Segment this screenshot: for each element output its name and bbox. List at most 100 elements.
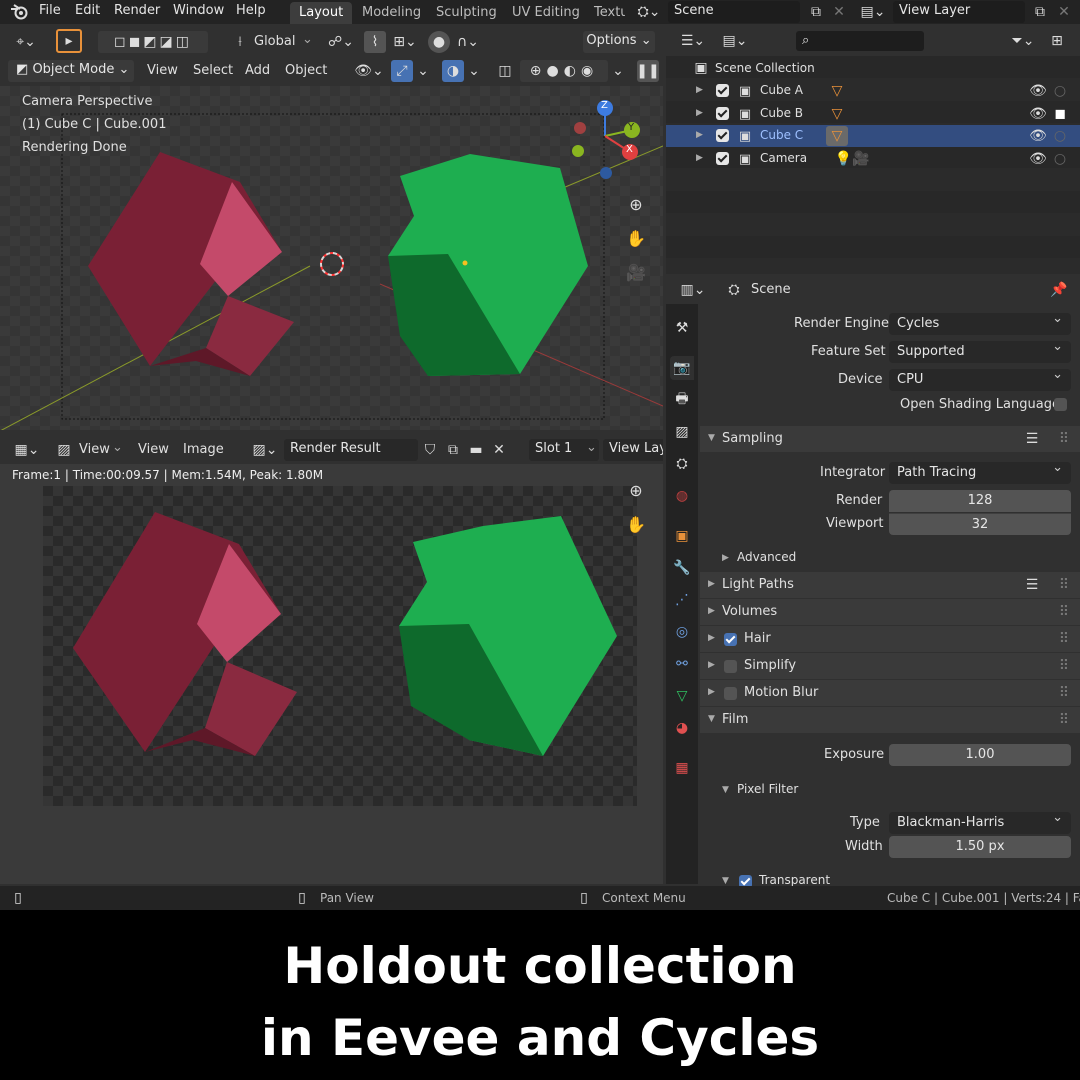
exclude-checkbox[interactable]: [716, 107, 729, 120]
gizmo-chevron-icon[interactable]: ⌄: [415, 60, 431, 82]
expand-arrow-icon[interactable]: ▶: [696, 85, 703, 95]
holdout-toggle-icon[interactable]: ○: [1050, 81, 1070, 101]
new-view-layer-icon[interactable]: ⧉: [1030, 2, 1050, 22]
drag-handle-icon[interactable]: ⠿: [1054, 575, 1074, 595]
volumes-panel-header[interactable]: ▶ Volumes ⠿: [700, 599, 1080, 625]
menu-select[interactable]: Select: [193, 63, 233, 78]
render-tab-icon[interactable]: 📷: [670, 356, 694, 380]
holdout-toggle-icon[interactable]: ○: [1050, 149, 1070, 169]
unlink-image-icon[interactable]: ✕: [489, 439, 509, 461]
film-panel-header[interactable]: ▼ Film ⠿: [700, 707, 1080, 733]
menu-object[interactable]: Object: [285, 63, 327, 78]
scene-collection-label[interactable]: Scene Collection: [715, 61, 815, 75]
exposure-field[interactable]: 1.00: [889, 744, 1071, 766]
exclude-checkbox[interactable]: [716, 84, 729, 97]
shading-mode-icons[interactable]: ⊕●◐◉: [520, 60, 608, 82]
proportional-edit-icon[interactable]: ●: [428, 31, 450, 53]
image-editor[interactable]: ▦⌄ ▨ View ⌄ View Image ▨⌄ Render Result …: [0, 436, 663, 884]
data-tab-icon[interactable]: ▽: [670, 684, 694, 708]
view-layer-selector[interactable]: View Layer: [893, 1, 1025, 23]
holdout-toggle-icon[interactable]: ◼: [1050, 104, 1070, 124]
sampling-panel-header[interactable]: ▼ Sampling ☰ ⠿: [700, 426, 1080, 452]
expand-arrow-icon[interactable]: ▶: [696, 153, 703, 163]
hair-panel-header[interactable]: ▶ Hair ⠿: [700, 626, 1080, 652]
outliner-item-label[interactable]: Cube B: [760, 106, 803, 120]
image-browse-icon[interactable]: ▨⌄: [248, 439, 282, 461]
filter-icon[interactable]: ⏷⌄: [1006, 30, 1040, 52]
image-name-field[interactable]: Render Result: [284, 439, 418, 461]
world-tab-icon[interactable]: ◍: [670, 484, 694, 508]
sampling-presets-icon[interactable]: ☰: [1022, 429, 1042, 449]
editor-type-icon[interactable]: ⌖⌄: [8, 31, 44, 53]
device-dropdown[interactable]: CPU: [889, 367, 1071, 391]
menu-view[interactable]: View: [147, 63, 178, 78]
simplify-checkbox[interactable]: [724, 660, 737, 673]
drag-handle-icon[interactable]: ⠿: [1054, 683, 1074, 703]
pause-render-icon[interactable]: ❚❚: [636, 60, 660, 82]
snap-target-icon[interactable]: ⊞⌄: [389, 31, 421, 53]
scene-tab-icon[interactable]: ⛭: [670, 452, 694, 476]
delete-scene-icon[interactable]: ✕: [830, 2, 848, 22]
gizmo-z-label[interactable]: Z: [601, 100, 608, 111]
gizmo-y-label[interactable]: Y: [628, 122, 634, 133]
gizmo-toggle-icon[interactable]: ⤢: [391, 60, 413, 82]
light-paths-presets-icon[interactable]: ☰: [1022, 575, 1042, 595]
outliner-search-input[interactable]: ⌕: [796, 31, 924, 51]
scene-type-icon[interactable]: ⛭⌄: [634, 2, 664, 22]
texture-tab-icon[interactable]: ▦: [670, 756, 694, 780]
tool-tab-icon[interactable]: ⚒: [670, 316, 694, 340]
outliner-type-icon[interactable]: ☰⌄: [676, 30, 710, 52]
tab-uv-editing[interactable]: UV Editing: [503, 2, 589, 24]
visibility-eye-icon[interactable]: 👁: [1028, 104, 1048, 124]
tab-texture-paint[interactable]: Textu: [585, 2, 625, 24]
image-zoom-icon[interactable]: ⊕: [624, 478, 648, 502]
zoom-icon[interactable]: ⊕: [624, 192, 648, 216]
filter-width-field[interactable]: 1.50 px: [889, 836, 1071, 858]
pan-hand-icon[interactable]: ✋: [624, 226, 648, 250]
transparent-expand-icon[interactable]: ▼: [722, 876, 729, 886]
outliner-item-label[interactable]: Cube C: [760, 128, 803, 142]
modifier-tab-icon[interactable]: 🔧: [670, 556, 694, 580]
viewport-3d[interactable]: ⌖⌄ ▸ ◻◼◩◪◫ ⟊ Global ⌄ ☍⌄ ⌇ ⊞⌄ ● ∩⌄ Optio…: [0, 26, 663, 430]
view-layer-tab-icon[interactable]: ▨: [670, 420, 694, 444]
motion-blur-checkbox[interactable]: [724, 687, 737, 700]
holdout-toggle-icon[interactable]: ○: [1050, 126, 1070, 146]
options-dropdown[interactable]: Options ⌄: [583, 31, 655, 53]
drag-handle-icon[interactable]: ⠿: [1054, 429, 1074, 449]
camera-object-icon[interactable]: 💡🎥: [832, 149, 872, 169]
xray-toggle-icon[interactable]: ◫: [494, 60, 516, 82]
mesh-object-icon[interactable]: ▽: [826, 126, 848, 146]
fake-user-shield-icon[interactable]: ⛉: [420, 439, 440, 461]
snap-toggle-icon[interactable]: ⌇: [364, 31, 386, 53]
menu-help[interactable]: Help: [236, 3, 266, 18]
object-tab-icon[interactable]: ▣: [670, 524, 694, 548]
image-view-mode-dropdown[interactable]: View: [79, 442, 110, 457]
hair-checkbox[interactable]: [724, 633, 737, 646]
select-box-icon[interactable]: ▸: [56, 29, 82, 53]
outliner-row-cube-a[interactable]: ▶ ▣ Cube A ▽ 👁 ○: [666, 80, 1080, 102]
expand-arrow-icon[interactable]: ▶: [696, 130, 703, 140]
output-tab-icon[interactable]: 🖶: [670, 388, 694, 412]
expand-arrow-icon[interactable]: ▶: [696, 108, 703, 118]
image-menu-view[interactable]: View: [138, 442, 169, 457]
pin-icon[interactable]: 📌: [1048, 279, 1070, 301]
overlays-chevron-icon[interactable]: ⌄: [466, 60, 482, 82]
tab-sculpting[interactable]: Sculpting: [427, 2, 506, 24]
image-editor-type-icon[interactable]: ▦⌄: [10, 439, 44, 461]
view-layer-dropdown[interactable]: View Laya: [603, 439, 663, 461]
drag-handle-icon[interactable]: ⠿: [1054, 656, 1074, 676]
orientation-dropdown[interactable]: Global: [254, 34, 295, 49]
outliner-item-label[interactable]: Camera: [760, 151, 807, 165]
exclude-checkbox[interactable]: [716, 129, 729, 142]
osl-checkbox[interactable]: [1054, 398, 1067, 411]
drag-handle-icon[interactable]: ⠿: [1054, 710, 1074, 730]
render-samples-field[interactable]: 128: [889, 490, 1071, 512]
proportional-falloff-icon[interactable]: ∩⌄: [452, 31, 484, 53]
menu-add[interactable]: Add: [245, 63, 270, 78]
blender-logo-icon[interactable]: [8, 2, 30, 22]
visibility-eye-icon[interactable]: 👁: [1028, 126, 1048, 146]
properties-type-icon[interactable]: ▥⌄: [676, 279, 710, 301]
camera-view-icon[interactable]: 🎥: [624, 260, 648, 284]
pivot-point-icon[interactable]: ☍⌄: [325, 31, 357, 53]
filter-type-dropdown[interactable]: Blackman-Harris: [889, 810, 1071, 834]
